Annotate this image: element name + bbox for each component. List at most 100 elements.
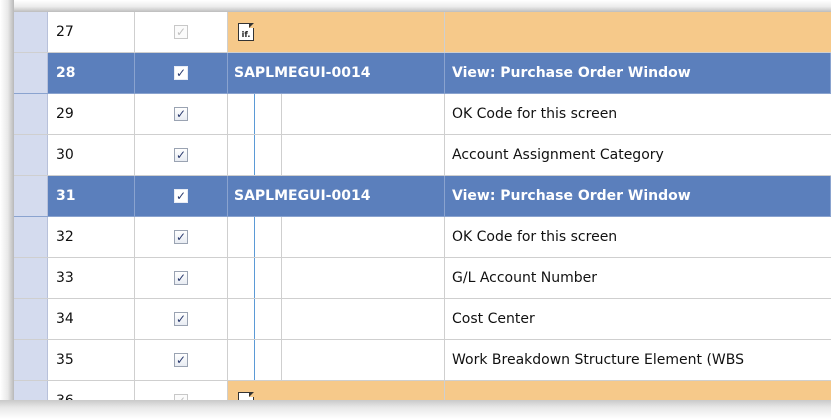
step-description [445, 12, 831, 52]
frame-shadow-bottom [0, 400, 831, 419]
step-description-text: Work Breakdown Structure Element (WBS [452, 352, 745, 368]
step-description-text: G/L Account Number [452, 270, 598, 286]
row-selector[interactable] [14, 53, 48, 93]
active-checkbox-cell[interactable]: ✓ [135, 340, 228, 380]
step-number: 32 [48, 217, 135, 257]
step-description-text: View: Purchase Order Window [452, 65, 691, 81]
step-row[interactable]: 33 ✓ G/L Account Number [14, 258, 831, 299]
step-number: 34 [48, 299, 135, 339]
step-row[interactable]: 34 ✓ Cost Center [14, 299, 831, 340]
active-checkbox-cell[interactable]: ✓ [135, 94, 228, 134]
step-row-screen[interactable]: 28 ✓ SAPLMEGUI-0014 View: Purchase Order Wi… [14, 53, 831, 94]
step-description: OK Code for this screen [445, 217, 831, 257]
program-screen: SAPLMEGUI-0014 [228, 53, 445, 93]
script-document-icon-label: if. [241, 30, 251, 39]
active-checkbox[interactable]: ✓ [174, 353, 188, 367]
tree-connector-line [254, 258, 255, 298]
step-number-text: 31 [56, 188, 76, 204]
step-description: Work Breakdown Structure Element (WBS [445, 340, 831, 380]
step-description-text: View: Purchase Order Window [452, 188, 691, 204]
tree-connector-line [254, 217, 255, 257]
active-checkbox[interactable]: ✓ [174, 312, 188, 326]
tree-connector-line [254, 299, 255, 339]
row-selector[interactable] [14, 12, 48, 52]
active-checkbox-cell[interactable]: ✓ [135, 53, 228, 93]
active-checkbox[interactable]: ✓ [174, 25, 188, 39]
active-checkbox[interactable]: ✓ [174, 230, 188, 244]
active-checkbox[interactable]: ✓ [174, 189, 188, 203]
program-screen [228, 217, 445, 257]
step-number-text: 27 [56, 24, 74, 40]
step-number: 30 [48, 135, 135, 175]
row-selector[interactable] [14, 217, 48, 257]
step-description: G/L Account Number [445, 258, 831, 298]
step-number-text: 33 [56, 270, 74, 286]
program-screen [228, 135, 445, 175]
step-number: 29 [48, 94, 135, 134]
active-checkbox-cell[interactable]: ✓ [135, 217, 228, 257]
tree-indent-divider [281, 135, 282, 175]
program-screen [228, 340, 445, 380]
step-row[interactable]: 30 ✓ Account Assignment Category [14, 135, 831, 176]
step-description: Account Assignment Category [445, 135, 831, 175]
program-screen-text: SAPLMEGUI-0014 [234, 188, 371, 204]
active-checkbox-cell[interactable]: ✓ [135, 12, 228, 52]
script-grid-window: 27 ✓ if. 28 ✓ SAPLMEGUI-0014 View: Purchase Or… [0, 0, 831, 419]
row-selector[interactable] [14, 94, 48, 134]
step-row-screen[interactable]: 31 ✓ SAPLMEGUI-0014 View: Purchase Order Wi… [14, 176, 831, 217]
step-row[interactable]: 27 ✓ if. [14, 12, 831, 53]
active-checkbox-cell[interactable]: ✓ [135, 299, 228, 339]
step-description: View: Purchase Order Window [445, 53, 831, 93]
step-number: 33 [48, 258, 135, 298]
active-checkbox[interactable]: ✓ [174, 66, 188, 80]
program-screen: if. [228, 12, 445, 52]
step-row[interactable]: 32 ✓ OK Code for this screen [14, 217, 831, 258]
tree-connector-line [254, 135, 255, 175]
step-number-text: 32 [56, 229, 74, 245]
step-number: 27 [48, 12, 135, 52]
active-checkbox-cell[interactable]: ✓ [135, 135, 228, 175]
step-number: 28 [48, 53, 135, 93]
active-checkbox-cell[interactable]: ✓ [135, 258, 228, 298]
tree-indent-divider [281, 217, 282, 257]
step-description: OK Code for this screen [445, 94, 831, 134]
step-row[interactable]: 29 ✓ OK Code for this screen [14, 94, 831, 135]
row-selector[interactable] [14, 135, 48, 175]
step-description: Cost Center [445, 299, 831, 339]
program-screen [228, 258, 445, 298]
step-row[interactable]: 35 ✓ Work Breakdown Structure Element (WBS [14, 340, 831, 381]
script-document-icon[interactable]: if. [238, 23, 254, 41]
row-selector[interactable] [14, 340, 48, 380]
program-screen: SAPLMEGUI-0014 [228, 176, 445, 216]
tree-connector-line [254, 94, 255, 134]
step-description-text: Account Assignment Category [452, 147, 664, 163]
step-number: 31 [48, 176, 135, 216]
row-selector[interactable] [14, 176, 48, 216]
frame-shadow-left [0, 0, 14, 419]
step-description: View: Purchase Order Window [445, 176, 831, 216]
step-description-text: OK Code for this screen [452, 106, 618, 122]
tree-indent-divider [281, 299, 282, 339]
program-screen [228, 299, 445, 339]
active-checkbox-cell[interactable]: ✓ [135, 176, 228, 216]
step-number-text: 28 [56, 65, 76, 81]
program-screen [228, 94, 445, 134]
step-number-text: 34 [56, 311, 74, 327]
tree-connector-line [254, 340, 255, 380]
step-number-text: 30 [56, 147, 74, 163]
recording-steps-grid: 27 ✓ if. 28 ✓ SAPLMEGUI-0014 View: Purchase Or… [14, 12, 831, 419]
active-checkbox[interactable]: ✓ [174, 107, 188, 121]
row-selector[interactable] [14, 299, 48, 339]
program-screen-text: SAPLMEGUI-0014 [234, 65, 371, 81]
tree-indent-divider [281, 258, 282, 298]
step-description-text: OK Code for this screen [452, 229, 618, 245]
tree-indent-divider [281, 94, 282, 134]
step-description-text: Cost Center [452, 311, 535, 327]
active-checkbox[interactable]: ✓ [174, 271, 188, 285]
tree-indent-divider [281, 340, 282, 380]
step-number-text: 29 [56, 106, 74, 122]
step-number: 35 [48, 340, 135, 380]
frame-shadow-top [0, 0, 831, 12]
active-checkbox[interactable]: ✓ [174, 148, 188, 162]
row-selector[interactable] [14, 258, 48, 298]
